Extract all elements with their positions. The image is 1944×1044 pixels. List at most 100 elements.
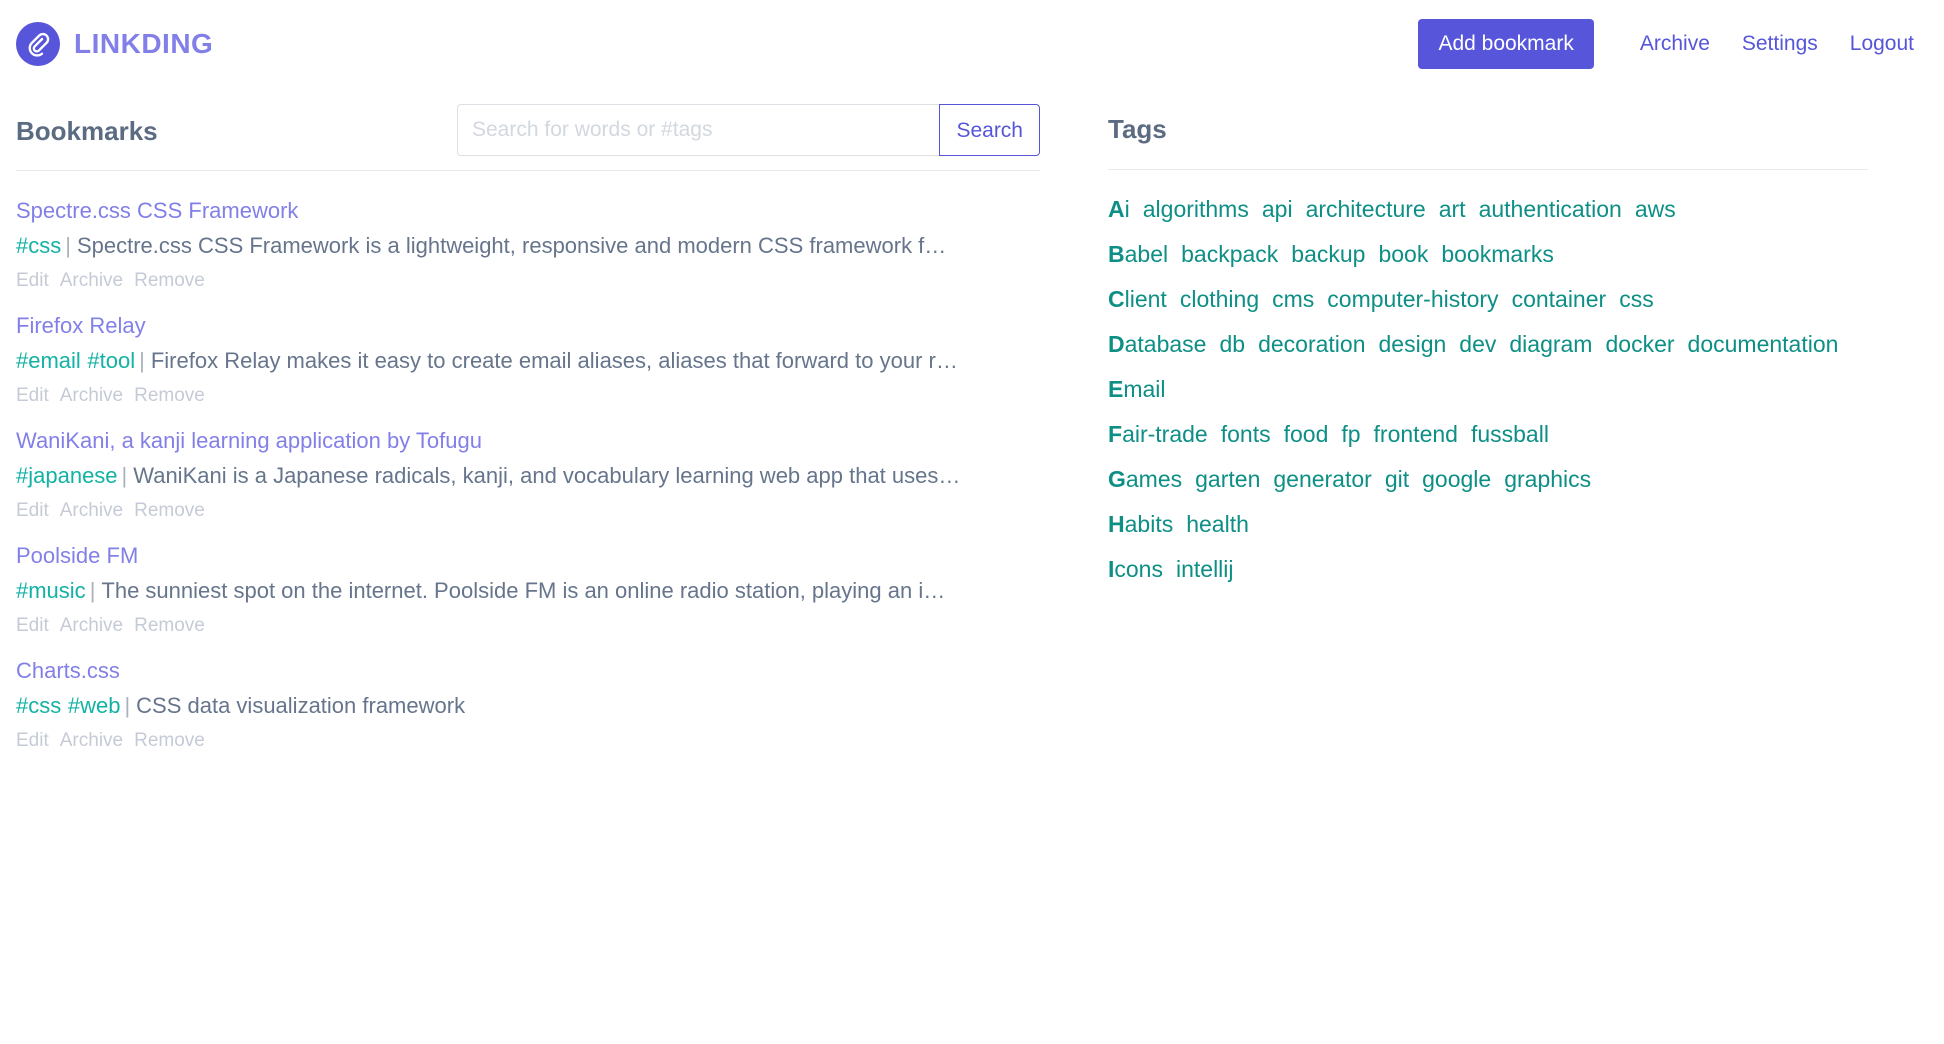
bookmarks-header: Bookmarks Search xyxy=(16,88,1040,156)
tag-link[interactable]: git xyxy=(1385,466,1409,492)
bookmark-edit-link[interactable]: Edit xyxy=(16,730,49,752)
tag-link[interactable]: Fair-trade xyxy=(1108,421,1208,447)
tag-group-initial: F xyxy=(1108,421,1122,447)
tag-group-initial: A xyxy=(1108,196,1125,222)
tag-link[interactable]: Habits xyxy=(1108,511,1173,537)
tag-link[interactable]: design xyxy=(1379,331,1447,357)
tag-description-separator: | xyxy=(61,233,77,258)
bookmark-title-link[interactable]: Poolside FM xyxy=(16,542,138,570)
bookmark-archive-link[interactable]: Archive xyxy=(60,615,123,637)
tag-link[interactable]: google xyxy=(1422,466,1491,492)
tag-link[interactable]: intellij xyxy=(1176,556,1234,582)
tag-link[interactable]: Database xyxy=(1108,331,1206,357)
header-nav: Add bookmark Archive Settings Logout xyxy=(1418,19,1928,69)
tag-link[interactable]: bookmarks xyxy=(1441,241,1553,267)
tag-group-c: Client clothing cms computer-history contain… xyxy=(1108,282,1868,317)
bookmark-description: CSS data visualization framework xyxy=(136,693,465,718)
tag-link[interactable]: garten xyxy=(1195,466,1260,492)
tag-link[interactable]: art xyxy=(1439,196,1466,222)
tag-link[interactable]: fonts xyxy=(1221,421,1271,447)
tag-link[interactable]: frontend xyxy=(1374,421,1458,447)
bookmark-archive-link[interactable]: Archive xyxy=(60,500,123,522)
tag-group-i: Icons intellij xyxy=(1108,552,1868,587)
tag-group-initial: G xyxy=(1108,466,1126,492)
tag-group-d: Database db decoration design dev diagram dock… xyxy=(1108,327,1868,362)
tag-link[interactable]: backup xyxy=(1291,241,1365,267)
bookmark-actions: Edit Archive Remove xyxy=(16,385,1040,407)
tag-link[interactable]: computer-history xyxy=(1327,286,1498,312)
tag-link[interactable]: authentication xyxy=(1479,196,1622,222)
bookmark-archive-link[interactable]: Archive xyxy=(60,270,123,292)
tag-link[interactable]: health xyxy=(1186,511,1249,537)
search-input[interactable] xyxy=(457,104,939,156)
search-button[interactable]: Search xyxy=(939,104,1040,156)
bookmark-remove-link[interactable]: Remove xyxy=(134,500,205,522)
bookmark-tag-link[interactable]: #tool xyxy=(87,348,135,373)
bookmark-tag-link[interactable]: #japanese xyxy=(16,463,118,488)
bookmark-title-link[interactable]: WaniKani, a kanji learning application b… xyxy=(16,427,482,455)
add-bookmark-button[interactable]: Add bookmark xyxy=(1418,19,1593,69)
brand-home-link[interactable]: LINKDING xyxy=(16,22,213,66)
tag-link[interactable]: algorithms xyxy=(1143,196,1249,222)
tag-gap xyxy=(61,692,68,721)
nav-item-settings[interactable]: Settings xyxy=(1726,32,1834,55)
bookmark-edit-link[interactable]: Edit xyxy=(16,615,49,637)
bookmark-tag-link[interactable]: #music xyxy=(16,578,86,603)
bookmark-title-link[interactable]: Firefox Relay xyxy=(16,312,146,340)
tag-link[interactable]: generator xyxy=(1273,466,1371,492)
tag-link[interactable]: backpack xyxy=(1181,241,1278,267)
bookmark-edit-link[interactable]: Edit xyxy=(16,270,49,292)
tag-link[interactable]: Ai xyxy=(1108,196,1130,222)
tag-link[interactable]: architecture xyxy=(1306,196,1426,222)
nav-item-archive[interactable]: Archive xyxy=(1624,32,1726,55)
nav-item-logout[interactable]: Logout xyxy=(1834,32,1928,55)
tag-link[interactable]: food xyxy=(1284,421,1329,447)
bookmark-remove-link[interactable]: Remove xyxy=(134,270,205,292)
bookmark-edit-link[interactable]: Edit xyxy=(16,385,49,407)
bookmark-title-link[interactable]: Charts.css xyxy=(16,657,120,685)
bookmark-tag-link[interactable]: #css xyxy=(16,693,61,718)
app-header: LINKDING Add bookmark Archive Settings L… xyxy=(0,0,1944,88)
tag-link[interactable]: Babel xyxy=(1108,241,1168,267)
tag-link[interactable]: Games xyxy=(1108,466,1182,492)
bookmark-item: Spectre.css CSS Framework #css|Spectre.cs… xyxy=(16,189,1040,304)
tag-link[interactable]: fp xyxy=(1341,421,1360,447)
tag-link[interactable]: Email xyxy=(1108,376,1166,402)
tag-link[interactable]: container xyxy=(1512,286,1607,312)
bookmark-remove-link[interactable]: Remove xyxy=(134,385,205,407)
tag-link[interactable]: aws xyxy=(1635,196,1676,222)
tag-cloud: Ai algorithms api architecture art authentica… xyxy=(1108,170,1868,587)
bookmark-tag-link[interactable]: #web xyxy=(68,693,121,718)
bookmark-edit-link[interactable]: Edit xyxy=(16,500,49,522)
tag-group-g: Games garten generator git google graphics xyxy=(1108,462,1868,497)
tag-link[interactable]: fussball xyxy=(1471,421,1549,447)
bookmark-description: Firefox Relay makes it easy to create em… xyxy=(151,348,958,373)
tag-link[interactable]: docker xyxy=(1605,331,1674,357)
bookmark-tag-link[interactable]: #email xyxy=(16,348,81,373)
tag-link[interactable]: book xyxy=(1378,241,1428,267)
tag-link[interactable]: Icons xyxy=(1108,556,1163,582)
tag-link[interactable]: db xyxy=(1219,331,1245,357)
tag-link[interactable]: css xyxy=(1619,286,1654,312)
tag-link[interactable]: api xyxy=(1262,196,1293,222)
tag-link[interactable]: Client xyxy=(1108,286,1167,312)
bookmark-tag-link[interactable]: #css xyxy=(16,233,61,258)
bookmark-remove-link[interactable]: Remove xyxy=(134,730,205,752)
tag-link[interactable]: clothing xyxy=(1180,286,1259,312)
bookmark-title-link[interactable]: Spectre.css CSS Framework xyxy=(16,197,298,225)
bookmark-description-row: #css #web|CSS data visualization framewo… xyxy=(16,692,1040,721)
bookmark-item: Firefox Relay#email #tool|Firefox Relay … xyxy=(16,304,1040,419)
search-form: Search xyxy=(457,104,1040,156)
bookmark-archive-link[interactable]: Archive xyxy=(60,385,123,407)
bookmark-archive-link[interactable]: Archive xyxy=(60,730,123,752)
tag-group-initial: C xyxy=(1108,286,1125,312)
tag-link[interactable]: documentation xyxy=(1688,331,1839,357)
tag-link[interactable]: decoration xyxy=(1258,331,1365,357)
bookmark-item: WaniKani, a kanji learning application b… xyxy=(16,419,1040,534)
bookmark-remove-link[interactable]: Remove xyxy=(134,615,205,637)
bookmark-description: Spectre.css CSS Framework is a lightweig… xyxy=(77,233,946,258)
tag-link[interactable]: dev xyxy=(1459,331,1496,357)
tag-link[interactable]: diagram xyxy=(1509,331,1592,357)
tag-link[interactable]: graphics xyxy=(1504,466,1591,492)
tag-link[interactable]: cms xyxy=(1272,286,1314,312)
